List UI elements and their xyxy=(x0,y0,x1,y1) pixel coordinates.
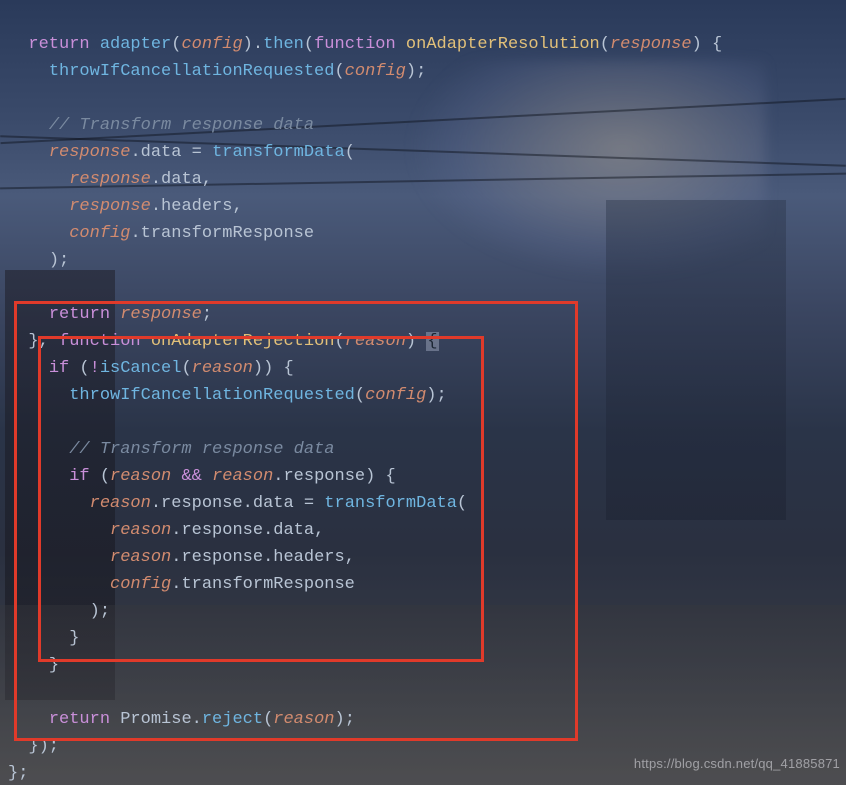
code-line: if (!isCancel(reason)) { xyxy=(8,359,294,378)
fn-throwIfCancel: throwIfCancellationRequested xyxy=(69,386,355,405)
var-response: response xyxy=(49,143,131,162)
code-line: reason.response.headers, xyxy=(8,548,355,567)
var-reason: reason xyxy=(110,467,171,486)
code-line xyxy=(8,413,18,432)
code-line: return adapter(config).then(function onA… xyxy=(8,35,722,54)
watermark: https://blog.csdn.net/qq_41885871 xyxy=(634,750,840,777)
keyword-return: return xyxy=(49,305,110,324)
code-line: response.headers, xyxy=(8,197,243,216)
fn-transformData: transformData xyxy=(212,143,345,162)
code-line: response.data, xyxy=(8,170,212,189)
var-response: response xyxy=(120,305,202,324)
code-line: response.data = transformData( xyxy=(8,143,355,162)
param-response: response xyxy=(610,35,692,54)
keyword-if: if xyxy=(69,467,89,486)
fn-throwIfCancel: throwIfCancellationRequested xyxy=(49,62,335,81)
prop-headers: headers xyxy=(273,548,344,567)
fn-isCancel: isCancel xyxy=(100,359,182,378)
param-reason: reason xyxy=(192,359,253,378)
code-line: reason.response.data = transformData( xyxy=(8,494,467,513)
prop-response: response xyxy=(181,548,263,567)
code-line: } xyxy=(8,656,59,675)
prop-response: response xyxy=(181,521,263,540)
param-config: config xyxy=(345,62,406,81)
param-config: config xyxy=(181,35,242,54)
comment: // Transform response data xyxy=(69,440,334,459)
prop-transformResponse: transformResponse xyxy=(141,224,314,243)
code-line: reason.response.data, xyxy=(8,521,324,540)
fn-transformData: transformData xyxy=(324,494,457,513)
param-config: config xyxy=(365,386,426,405)
keyword-function: function xyxy=(314,35,396,54)
code-line: }, function onAdapterRejection(reason) { xyxy=(8,332,439,351)
code-line: config.transformResponse xyxy=(8,224,314,243)
code-line: }); xyxy=(8,737,59,756)
keyword-return: return xyxy=(49,710,110,729)
code-line xyxy=(8,89,18,108)
var-config: config xyxy=(69,224,130,243)
comment: // Transform response data xyxy=(49,116,314,135)
prop-data: data xyxy=(253,494,294,513)
fn-adapter: adapter xyxy=(100,35,171,54)
method-then: then xyxy=(263,35,304,54)
var-reason: reason xyxy=(90,494,151,513)
code-line: // Transform response data xyxy=(8,440,334,459)
code-line: config.transformResponse xyxy=(8,575,355,594)
prop-headers: headers xyxy=(161,197,232,216)
var-config: config xyxy=(110,575,171,594)
code-line: ); xyxy=(8,251,69,270)
code-line: return Promise.reject(reason); xyxy=(8,710,355,729)
fn-onAdapterRejection: onAdapterRejection xyxy=(151,332,335,351)
code-line: throwIfCancellationRequested(config); xyxy=(8,62,426,81)
prop-data: data xyxy=(141,143,182,162)
cursor-brace: { xyxy=(426,332,438,351)
code-line: }; xyxy=(8,764,28,783)
prop-data: data xyxy=(161,170,202,189)
keyword-return: return xyxy=(28,35,89,54)
var-response: response xyxy=(69,197,151,216)
var-response: response xyxy=(69,170,151,189)
var-reason: reason xyxy=(110,521,171,540)
operator-and: && xyxy=(181,467,201,486)
code-line: ); xyxy=(8,602,110,621)
var-reason: reason xyxy=(110,548,171,567)
code-line: if (reason && reason.response) { xyxy=(8,467,396,486)
code-line xyxy=(8,683,18,702)
prop-response: response xyxy=(161,494,243,513)
prop-data: data xyxy=(273,521,314,540)
keyword-function: function xyxy=(59,332,141,351)
prop-transformResponse: transformResponse xyxy=(181,575,354,594)
code-line xyxy=(8,278,18,297)
prop-response: response xyxy=(283,467,365,486)
method-reject: reject xyxy=(202,710,263,729)
fn-onAdapterResolution: onAdapterResolution xyxy=(406,35,600,54)
param-reason: reason xyxy=(345,332,406,351)
code-line: // Transform response data xyxy=(8,116,314,135)
code-line: } xyxy=(8,629,79,648)
code-block: return adapter(config).then(function onA… xyxy=(8,4,838,785)
var-reason: reason xyxy=(212,467,273,486)
code-line: return response; xyxy=(8,305,212,324)
class-Promise: Promise xyxy=(120,710,191,729)
param-reason: reason xyxy=(273,710,334,729)
keyword-if: if xyxy=(49,359,69,378)
code-line: throwIfCancellationRequested(config); xyxy=(8,386,447,405)
